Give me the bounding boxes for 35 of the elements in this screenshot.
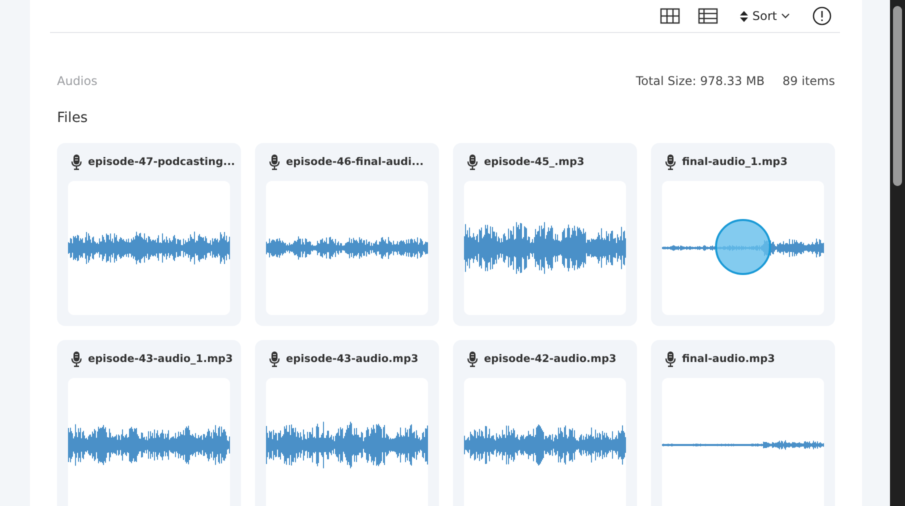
list-view-icon[interactable] (698, 8, 718, 24)
item-count: 89 items (782, 74, 835, 88)
scrollbar-thumb[interactable] (893, 6, 902, 186)
microphone-icon (467, 154, 478, 170)
file-card[interactable]: episode-47-podcasting... (57, 143, 241, 326)
file-name: episode-45_.mp3 (484, 156, 584, 168)
grid-view-icon[interactable] (660, 8, 680, 24)
microphone-icon (665, 154, 676, 170)
microphone-icon (71, 351, 82, 367)
file-name: final-audio.mp3 (682, 353, 775, 365)
sort-icon (740, 10, 748, 22)
file-card[interactable]: episode-42-audio.mp3 (453, 340, 637, 506)
microphone-icon (269, 154, 280, 170)
file-name: episode-46-final-audi... (286, 156, 424, 168)
file-card[interactable]: final-audio.mp3 (651, 340, 835, 506)
microphone-icon (665, 351, 676, 367)
microphone-icon (71, 154, 82, 170)
file-name: episode-43-audio_1.mp3 (88, 353, 233, 365)
file-card[interactable]: episode-45_.mp3 (453, 143, 637, 326)
file-card[interactable]: episode-43-audio.mp3 (255, 340, 439, 506)
microphone-icon (269, 351, 280, 367)
file-card[interactable]: episode-46-final-audi... (255, 143, 439, 326)
file-name: episode-42-audio.mp3 (484, 353, 616, 365)
section-title: Audios (57, 74, 98, 88)
sort-button[interactable]: Sort (736, 7, 794, 25)
info-icon[interactable] (812, 6, 832, 26)
file-name: final-audio_1.mp3 (682, 156, 788, 168)
files-heading: Files (57, 110, 89, 126)
microphone-icon (467, 351, 478, 367)
total-size: Total Size: 978.33 MB (636, 74, 765, 88)
file-name: episode-47-podcasting... (88, 156, 236, 168)
caret-icon (781, 13, 790, 19)
file-card[interactable]: episode-43-audio_1.mp3 (57, 340, 241, 506)
file-card[interactable]: final-audio_1.mp3 (651, 143, 835, 326)
file-name: episode-43-audio.mp3 (286, 353, 418, 365)
